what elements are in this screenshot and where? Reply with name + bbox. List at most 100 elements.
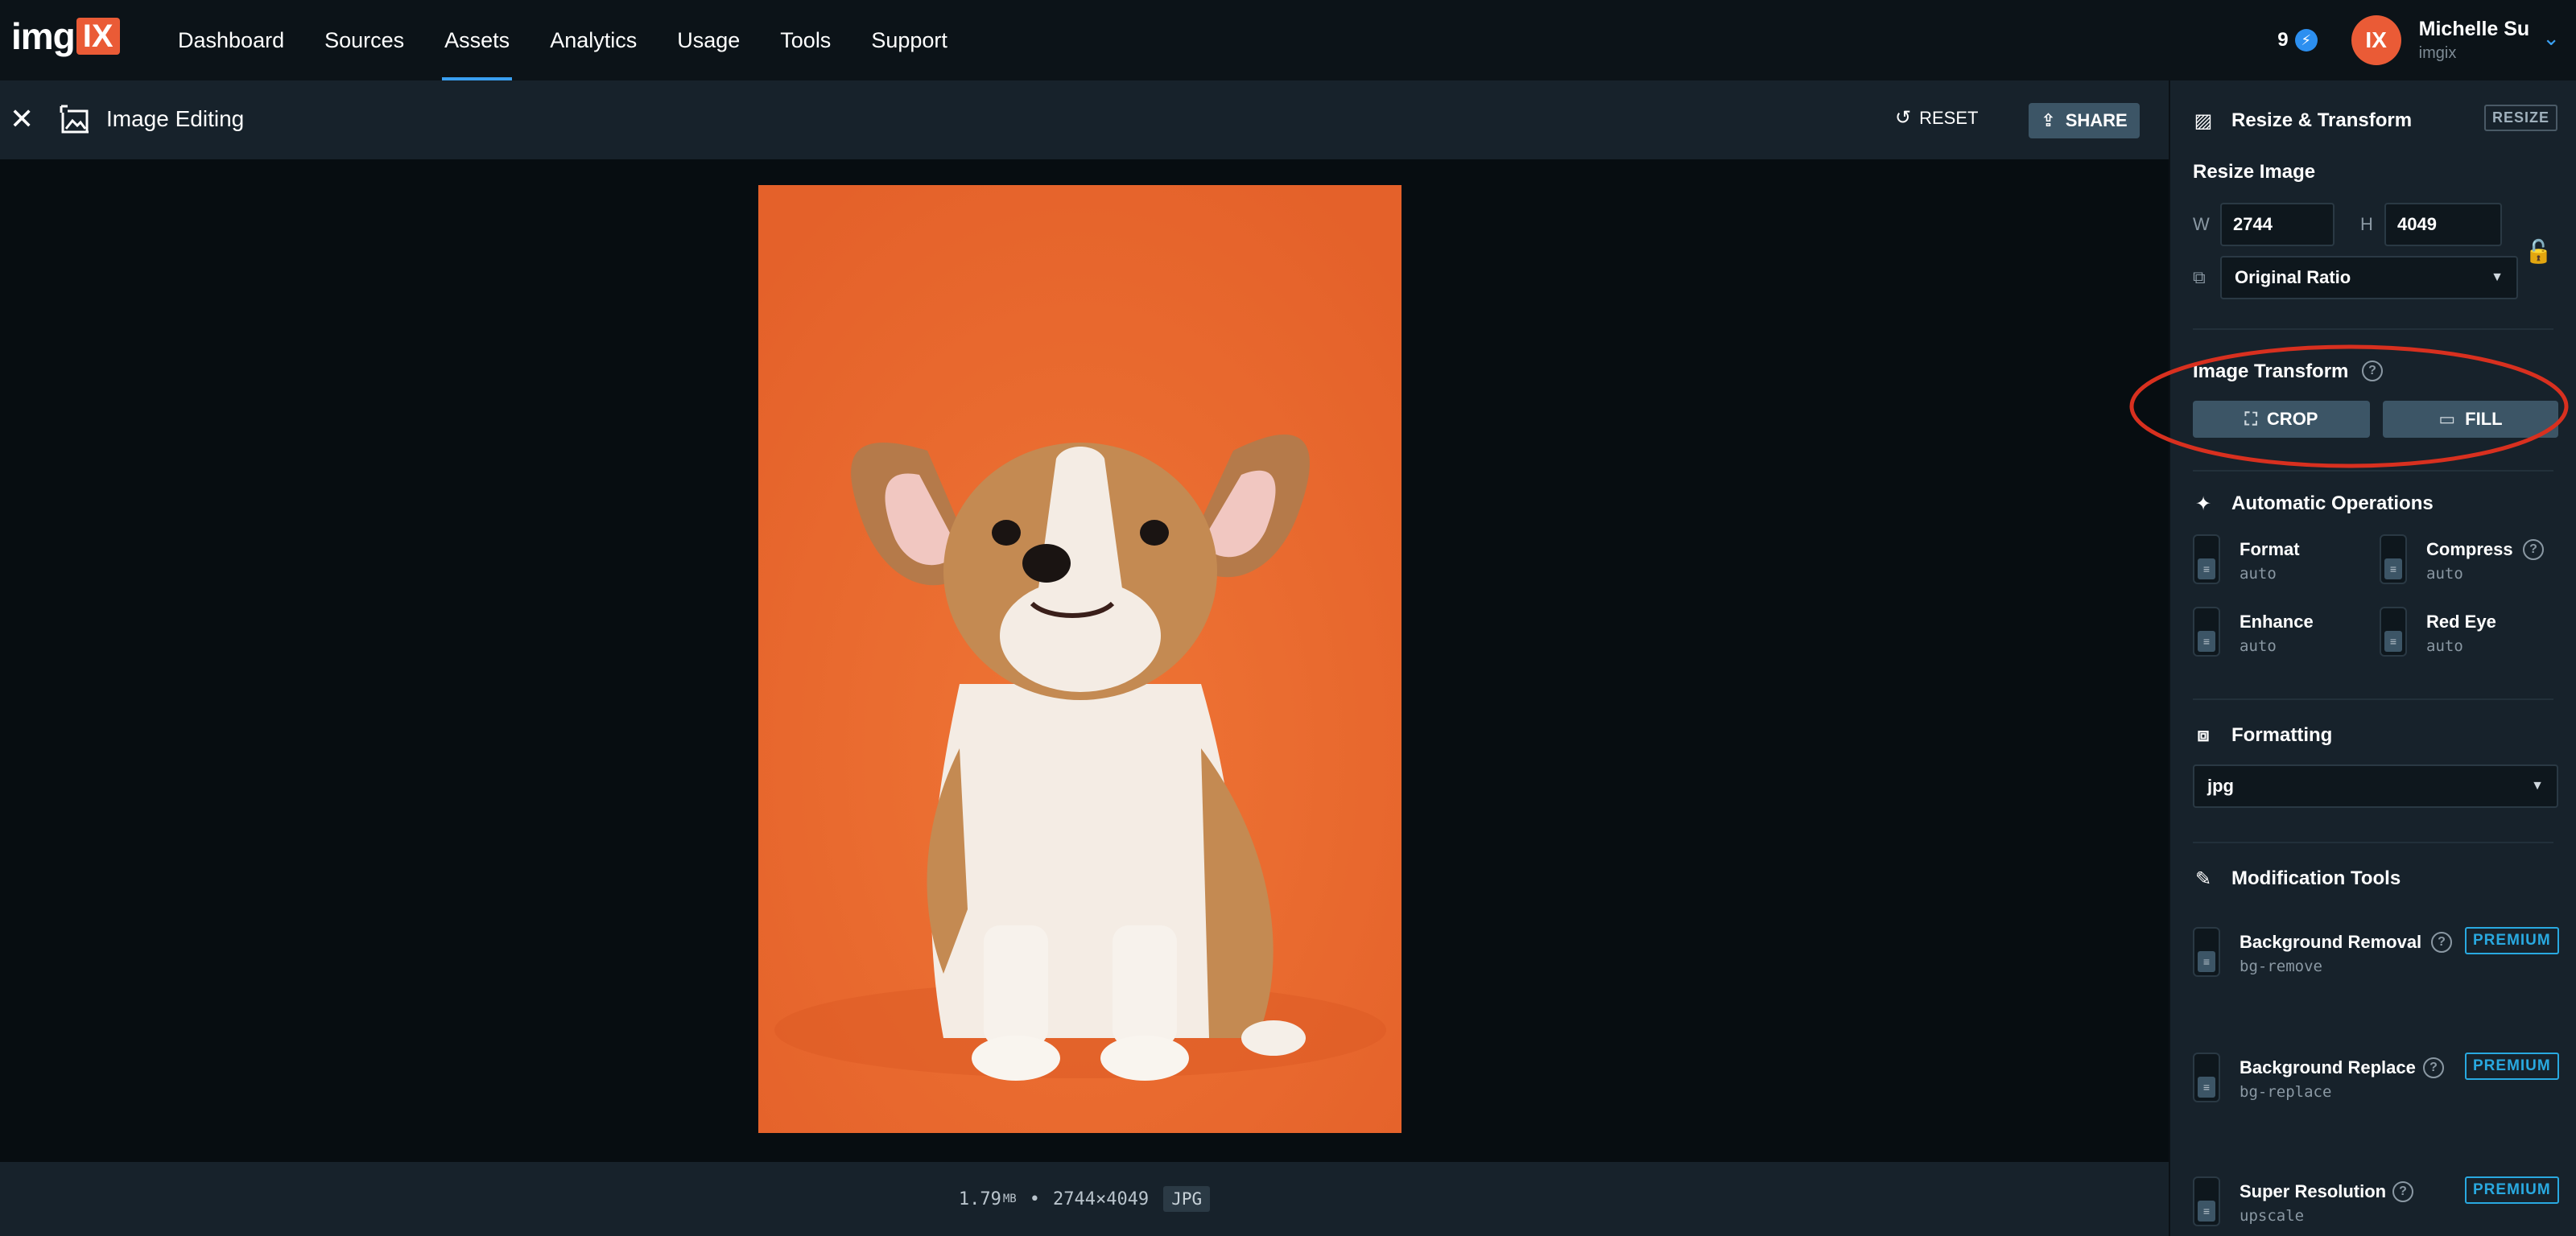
op-compress-value: auto xyxy=(2426,565,2463,583)
nav-assets[interactable]: Assets xyxy=(424,0,530,80)
toggle-knob: ≡ xyxy=(2198,1077,2215,1098)
compress-toggle[interactable]: ≡ xyxy=(2380,534,2407,584)
resize-image-label: Resize Image xyxy=(2193,161,2316,183)
toggle-knob: ≡ xyxy=(2384,558,2402,579)
divider xyxy=(2193,698,2553,700)
op-enhance-value: auto xyxy=(2240,637,2277,655)
tool-bg-replace-name: Background Replace xyxy=(2240,1057,2416,1077)
resize-icon: ▨ xyxy=(2194,109,2213,132)
reset-label: RESET xyxy=(1919,107,1979,128)
resize-transform-heading: Resize & Transform xyxy=(2231,109,2413,131)
tool-bg-replace-value: bg-replace xyxy=(2240,1083,2332,1101)
tool-bg-remove-name: Background Removal xyxy=(2240,932,2422,952)
section-resize-transform: ▨ Resize & Transform xyxy=(2193,109,2412,132)
bg-remove-toggle[interactable]: ≡ xyxy=(2193,927,2220,977)
nav-usage[interactable]: Usage xyxy=(657,0,760,80)
enhance-toggle[interactable]: ≡ xyxy=(2193,607,2220,657)
magic-image-icon: ✦ xyxy=(2194,492,2212,515)
format-toggle[interactable]: ≡ xyxy=(2193,534,2220,584)
nav-dashboard[interactable]: Dashboard xyxy=(158,0,304,80)
op-format-name: Format xyxy=(2240,539,2300,559)
reset-button[interactable]: ↺ RESET xyxy=(1895,106,1978,130)
format-icon: ⧈ xyxy=(2197,724,2210,746)
image-info-bar: 1.79 MB • 2744×4049 JPG xyxy=(0,1162,2169,1236)
modify-icon: ✎ xyxy=(2194,867,2212,890)
share-label: SHARE xyxy=(2065,110,2128,130)
file-size: 1.79 xyxy=(958,1189,1001,1209)
logo-text: img xyxy=(11,15,76,57)
premium-badge: PREMIUM xyxy=(2465,1053,2559,1080)
help-icon[interactable]: ? xyxy=(2523,539,2544,560)
op-red-eye-value: auto xyxy=(2426,637,2463,655)
lightning-icon[interactable]: ⚡ xyxy=(2294,29,2318,52)
nav-sources[interactable]: Sources xyxy=(304,0,424,80)
op-compress-name: Compress xyxy=(2426,539,2513,559)
logo-mark: IX xyxy=(76,18,120,55)
settings-panel: ▨ Resize & Transform RESIZE Resize Image… xyxy=(2169,80,2576,1236)
nav-tools[interactable]: Tools xyxy=(760,0,851,80)
op-enhance-name: Enhance xyxy=(2240,612,2314,632)
section-automatic-operations: ✦ Automatic Operations xyxy=(2193,492,2434,515)
help-icon[interactable]: ? xyxy=(2392,1181,2413,1202)
imgix-logo[interactable]: img IX xyxy=(11,15,120,57)
section-formatting: ⧈ Formatting xyxy=(2193,724,2332,747)
toggle-knob: ≡ xyxy=(2198,1201,2215,1222)
tool-upscale-value: upscale xyxy=(2240,1207,2305,1225)
ratio-icon: ⧉ xyxy=(2193,267,2206,287)
height-label: H xyxy=(2360,214,2373,234)
avatar[interactable]: IX xyxy=(2351,15,2401,65)
format-value: jpg xyxy=(2207,776,2234,796)
page-title: Image Editing xyxy=(106,106,245,131)
divider xyxy=(2193,328,2553,330)
share-button[interactable]: ⇪ SHARE xyxy=(2029,103,2140,138)
resize-badge[interactable]: RESIZE xyxy=(2484,105,2558,131)
tool-bg-remove-value: bg-remove xyxy=(2240,958,2322,975)
toggle-knob: ≡ xyxy=(2198,631,2215,652)
format-badge: JPG xyxy=(1163,1186,1211,1212)
image-canvas xyxy=(0,159,2169,1162)
user-info[interactable]: Michelle Su imgix xyxy=(2419,18,2530,63)
annotation-ellipse xyxy=(2129,344,2569,468)
help-icon[interactable]: ? xyxy=(2423,1057,2444,1078)
help-icon[interactable]: ? xyxy=(2431,932,2452,953)
toggle-knob: ≡ xyxy=(2198,558,2215,579)
formatting-heading: Formatting xyxy=(2231,724,2333,746)
main-nav: Dashboard Sources Assets Analytics Usage… xyxy=(158,0,968,80)
tool-upscale-name: Super Resolution xyxy=(2240,1181,2387,1201)
op-format-value: auto xyxy=(2240,565,2277,583)
corgi-puppy-illustration xyxy=(758,185,1402,1133)
image-meta: 1.79 MB • 2744×4049 JPG xyxy=(958,1186,1211,1212)
close-icon[interactable]: ✕ xyxy=(10,105,34,134)
divider xyxy=(2193,842,2553,843)
modification-tools-heading: Modification Tools xyxy=(2231,867,2401,889)
ratio-value: Original Ratio xyxy=(2235,267,2351,287)
toggle-knob: ≡ xyxy=(2384,631,2402,652)
format-select[interactable]: jpg ▼ xyxy=(2193,764,2558,808)
image-preview[interactable] xyxy=(758,185,1402,1133)
image-dimensions: 2744×4049 xyxy=(1052,1189,1150,1209)
op-red-eye-name: Red Eye xyxy=(2426,612,2496,632)
width-input[interactable]: 2744 xyxy=(2220,203,2334,246)
unlock-icon[interactable]: 🔓 xyxy=(2524,238,2553,265)
top-nav: img IX Dashboard Sources Assets Analytic… xyxy=(0,0,2576,80)
nav-support[interactable]: Support xyxy=(851,0,968,80)
chevron-down-icon[interactable]: ⌄ xyxy=(2542,26,2560,51)
user-area: 9 ⚡ IX Michelle Su imgix ⌄ xyxy=(2277,0,2560,80)
caret-down-icon: ▼ xyxy=(2491,270,2504,284)
premium-badge: PREMIUM xyxy=(2465,927,2559,954)
red-eye-toggle[interactable]: ≡ xyxy=(2380,607,2407,657)
editor-header: ✕ Image Editing ↺ RESET ⇪ SHARE xyxy=(0,80,2169,159)
height-input[interactable]: 4049 xyxy=(2384,203,2502,246)
meta-separator: • xyxy=(1029,1189,1040,1209)
section-modification-tools: ✎ Modification Tools xyxy=(2193,867,2401,890)
width-label: W xyxy=(2193,214,2210,234)
premium-badge: PREMIUM xyxy=(2465,1176,2559,1204)
super-resolution-toggle[interactable]: ≡ xyxy=(2193,1176,2220,1226)
ratio-select[interactable]: Original Ratio ▼ xyxy=(2220,256,2518,299)
notification-count[interactable]: 9 xyxy=(2277,29,2288,52)
toggle-knob: ≡ xyxy=(2198,951,2215,972)
nav-analytics[interactable]: Analytics xyxy=(530,0,657,80)
automatic-ops-heading: Automatic Operations xyxy=(2231,492,2434,514)
bg-replace-toggle[interactable]: ≡ xyxy=(2193,1053,2220,1102)
user-name: Michelle Su xyxy=(2418,18,2530,40)
